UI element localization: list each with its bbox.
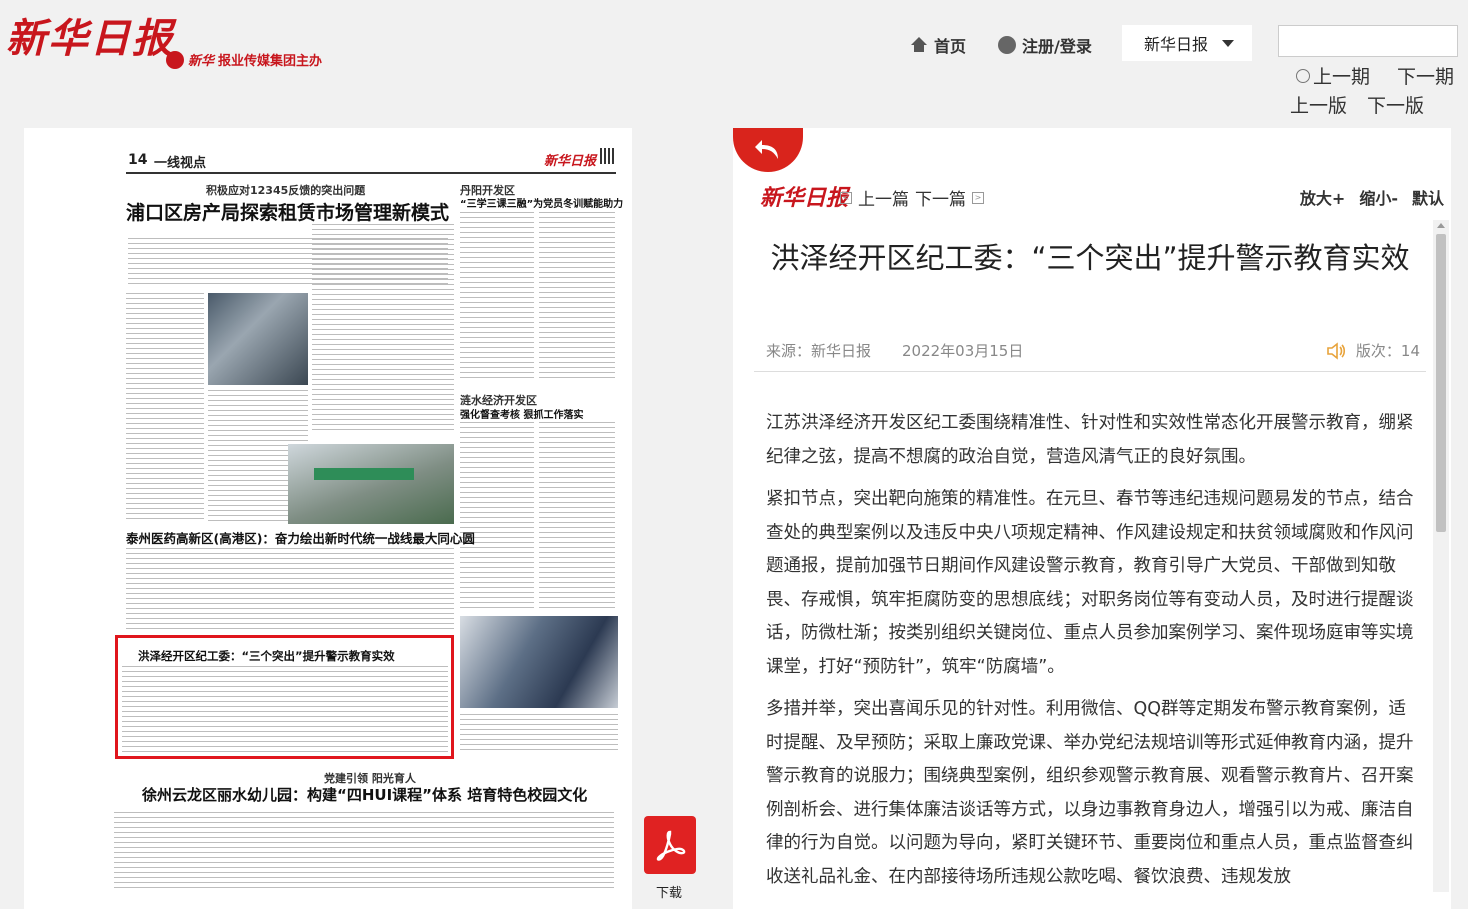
article-scrollbar[interactable] bbox=[1433, 220, 1449, 892]
sponsor-text: 报业传媒集团主办 bbox=[218, 54, 323, 69]
mid-right-text-1 bbox=[460, 422, 534, 612]
zoom-out-button[interactable]: 缩小- bbox=[1359, 185, 1398, 209]
login-label: 注册/登录 bbox=[1022, 37, 1092, 56]
article-source: 来源：新华日报 bbox=[766, 342, 872, 360]
scrollbar-thumb[interactable] bbox=[1436, 234, 1446, 532]
next-page-link[interactable]: 下一版 bbox=[1367, 91, 1424, 118]
group-logo-icon bbox=[166, 50, 184, 69]
newspaper-page[interactable]: 14 一线视点 新华日报 积极应对12345反馈的突出问题 浦口区房产局探索租赁… bbox=[24, 128, 632, 909]
article-paragraph: 多措并举，突出喜闻乐见的针对性。利用微信、QQ群等定期发布警示教育案例，适时提醒… bbox=[766, 699, 1414, 887]
article-meta: 来源：新华日报 2022年03月15日 版次：14 bbox=[766, 340, 1446, 362]
lead-kicker: 积极应对12345反馈的突出问题 bbox=[206, 184, 366, 197]
sponsor-brand: 新华 bbox=[188, 54, 215, 69]
article-title: 洪泽经开区纪工委：“三个突出”提升警示教育实效 bbox=[770, 241, 1410, 275]
login-link[interactable]: 注册/登录 bbox=[998, 30, 1092, 60]
lead-photo[interactable] bbox=[208, 293, 308, 385]
top-bar: 新华日报 新华 报业传媒集团主办 首页 注册/登录 新华日报 上一期 下一期 上… bbox=[0, 0, 1468, 128]
next-issue-link[interactable]: 下一期 bbox=[1397, 62, 1454, 89]
chevron-right-icon[interactable]: > bbox=[972, 191, 984, 204]
chevron-left-icon[interactable]: < bbox=[840, 191, 852, 204]
page-number: 14 bbox=[128, 152, 148, 168]
right-headline[interactable]: “三学三课三融”为党员冬训赋能助力 bbox=[460, 195, 623, 210]
next-article-link[interactable]: 下一篇 bbox=[915, 185, 966, 210]
zoom-default-button[interactable]: 默认 bbox=[1412, 185, 1444, 209]
article-paragraph: 紧扣节点，突出靶向施策的精准性。在元旦、春节等违纪违规问题易发的节点，结合查处的… bbox=[766, 489, 1414, 677]
search-input[interactable] bbox=[1279, 26, 1468, 56]
chevron-down-icon bbox=[1222, 39, 1235, 47]
right-col-text-1 bbox=[460, 212, 534, 382]
photo-banner bbox=[314, 468, 414, 480]
mid-right-text-2 bbox=[539, 422, 615, 612]
site-logo[interactable]: 新华日报 bbox=[6, 6, 174, 64]
highlight-headline[interactable]: 洪泽经开区纪工委：“三个突出”提升警示教育实效 bbox=[138, 648, 395, 664]
zoom-controls: 放大+ 缩小- 默认 bbox=[1300, 185, 1444, 209]
newspaper-select[interactable]: 新华日报 bbox=[1122, 25, 1252, 61]
article-toolbar: 新华日报 < 上一篇 下一篇 > 放大+ 缩小- 默认 bbox=[760, 180, 1450, 212]
back-arrow-icon bbox=[755, 140, 778, 159]
photo-caption-text bbox=[460, 714, 618, 754]
sponsor-line: 新华 报业传媒集团主办 bbox=[166, 50, 322, 69]
article-body: 江苏洪泽经济开发区纪工委围绕精准性、针对性和实效性常态化开展警示教育，绷紧纪律之… bbox=[766, 407, 1418, 891]
user-icon bbox=[998, 36, 1016, 54]
article-version-label: 版次：14 bbox=[1355, 342, 1420, 360]
prev-article-link[interactable]: 上一篇 bbox=[858, 185, 909, 210]
left-col-text bbox=[126, 293, 204, 523]
article-date: 2022年03月15日 bbox=[902, 342, 1024, 360]
highlight-article-text bbox=[122, 666, 448, 754]
meta-divider bbox=[754, 371, 1426, 372]
page-header: 14 一线视点 新华日报 bbox=[126, 148, 616, 174]
mid-headline[interactable]: 强化督查考核 狠抓工作落实 bbox=[460, 406, 583, 421]
right-col-text-2 bbox=[539, 212, 615, 382]
clock-icon bbox=[1296, 68, 1310, 83]
home-icon bbox=[910, 37, 928, 53]
page-brand: 新华日报 bbox=[543, 154, 596, 169]
pdf-download-button[interactable] bbox=[644, 816, 696, 874]
article-version: 版次：14 bbox=[1326, 340, 1420, 361]
pdf-download-label[interactable]: 下载 bbox=[656, 882, 682, 901]
street-photo[interactable] bbox=[288, 444, 454, 524]
prev-issue-link[interactable]: 上一期 bbox=[1296, 62, 1370, 89]
search-box bbox=[1278, 25, 1468, 57]
speaker-icon[interactable] bbox=[1326, 341, 1346, 360]
qr-code-icon bbox=[600, 148, 616, 164]
lead-headline[interactable]: 浦口区房产局探索租赁市场管理新模式 bbox=[126, 198, 449, 225]
newspaper-select-value: 新华日报 bbox=[1144, 35, 1209, 54]
scroll-up-icon[interactable] bbox=[1437, 223, 1445, 228]
taizhou-headline[interactable]: 泰州医药高新区(高港区)：奋力绘出新时代统一战线最大同心圆 bbox=[126, 528, 475, 547]
article-nav: < 上一篇 下一篇 > bbox=[840, 185, 984, 210]
bottom-text bbox=[114, 812, 614, 890]
prev-page-link[interactable]: 上一版 bbox=[1290, 91, 1347, 118]
home-link[interactable]: 首页 bbox=[910, 30, 966, 60]
article-logo: 新华日报 bbox=[760, 185, 849, 211]
officers-photo[interactable] bbox=[460, 616, 618, 708]
pdf-icon bbox=[656, 830, 686, 861]
page-section: 一线视点 bbox=[154, 156, 207, 171]
taizhou-text bbox=[126, 548, 454, 630]
prev-issue-label: 上一期 bbox=[1313, 66, 1371, 88]
mid-col-text bbox=[312, 224, 454, 434]
bottom-headline[interactable]: 徐州云龙区丽水幼儿园：构建“四HUI课程”体系 培育特色校园文化 bbox=[142, 784, 587, 805]
article-paragraph: 江苏洪泽经济开发区纪工委围绕精准性、针对性和实效性常态化开展警示教育，绷紧纪律之… bbox=[766, 413, 1414, 467]
zoom-in-button[interactable]: 放大+ bbox=[1300, 185, 1345, 209]
home-label: 首页 bbox=[934, 37, 967, 56]
